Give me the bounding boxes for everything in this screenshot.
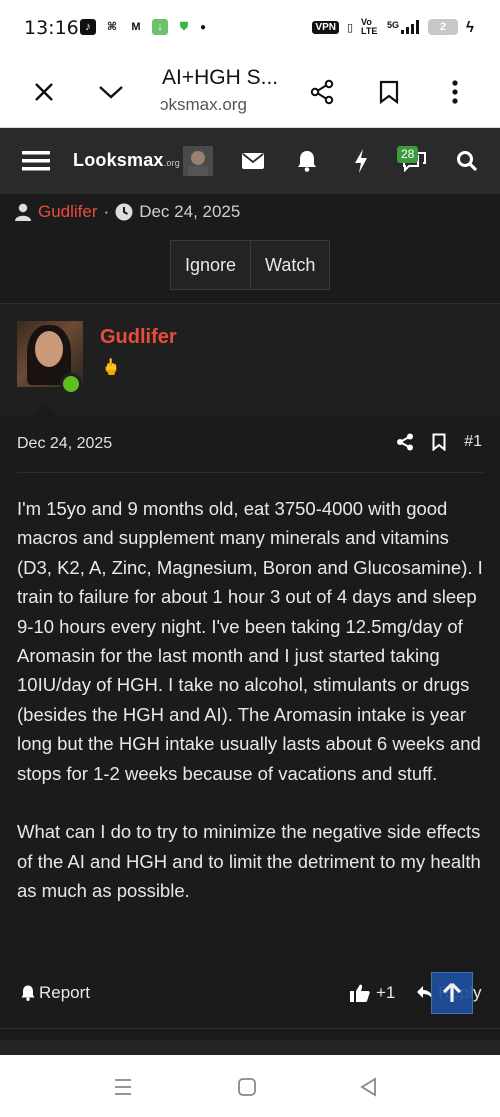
bell-icon bbox=[21, 985, 35, 1001]
share-icon bbox=[310, 79, 334, 105]
site-logo[interactable]: Looksmax.org bbox=[73, 150, 180, 171]
app-icon: ⌘ bbox=[106, 21, 118, 33]
more-menu-button[interactable] bbox=[435, 72, 475, 112]
bell-icon bbox=[298, 151, 316, 172]
signal-icon: 5G bbox=[387, 20, 420, 34]
scroll-to-top-button[interactable] bbox=[431, 972, 473, 1014]
post-username[interactable]: Gudlifer bbox=[100, 326, 177, 349]
collapse-button[interactable] bbox=[91, 72, 131, 112]
page-url[interactable]: ɔksmax.org bbox=[160, 95, 247, 115]
clock-icon bbox=[115, 203, 133, 221]
status-bar: 13:16 ♪ ⌘ M ↓ ⛊ ● VPN ▯ Vo LTE 5G 2 ϟ bbox=[0, 0, 500, 58]
thread-date[interactable]: Dec 24, 2025 bbox=[139, 202, 240, 222]
battery-icon: 2 bbox=[428, 19, 459, 35]
back-button[interactable] bbox=[357, 1075, 381, 1099]
recents-button[interactable] bbox=[111, 1075, 135, 1099]
inbox-button[interactable] bbox=[241, 146, 265, 176]
page-title: AI+HGH S... bbox=[162, 66, 279, 89]
report-button[interactable]: Report bbox=[21, 983, 90, 1003]
thread-button-group: Ignore Watch bbox=[170, 240, 331, 290]
online-status-indicator bbox=[60, 373, 82, 395]
divider bbox=[0, 1028, 500, 1029]
report-label: Report bbox=[39, 983, 91, 1002]
avatar-icon bbox=[183, 146, 213, 176]
post-number[interactable]: #1 bbox=[464, 433, 482, 451]
bookmark-icon[interactable] bbox=[432, 433, 446, 451]
logo-suffix: .org bbox=[163, 158, 180, 168]
status-time: 13:16 bbox=[24, 17, 79, 39]
watch-button[interactable]: Watch bbox=[250, 241, 329, 289]
post-actions: #1 bbox=[396, 433, 482, 451]
vpn-icon: VPN bbox=[312, 20, 339, 34]
shield-icon: ⛊ bbox=[179, 21, 189, 33]
back-icon bbox=[360, 1077, 376, 1097]
like-button[interactable]: +1 bbox=[350, 983, 395, 1003]
search-button[interactable] bbox=[455, 146, 479, 176]
vibrate-icon: ▯ bbox=[346, 21, 354, 34]
thumbs-up-icon bbox=[350, 984, 370, 1002]
bookmark-button[interactable] bbox=[369, 72, 409, 112]
system-nav-bar bbox=[0, 1055, 500, 1117]
share-button[interactable] bbox=[302, 72, 342, 112]
bookmark-icon bbox=[379, 80, 399, 104]
post-user-block: Gudlifer 🖕 bbox=[0, 304, 500, 416]
ignore-button[interactable]: Ignore bbox=[171, 241, 250, 289]
menu-button[interactable] bbox=[22, 146, 50, 176]
alerts-count-badge: 28 bbox=[397, 146, 419, 163]
share-icon[interactable] bbox=[396, 433, 414, 451]
hamburger-icon bbox=[22, 151, 50, 171]
account-avatar[interactable] bbox=[183, 146, 213, 176]
alerts-button[interactable] bbox=[296, 146, 318, 176]
search-icon bbox=[457, 151, 478, 172]
network-label: 5G bbox=[387, 20, 400, 30]
meta-separator: · bbox=[103, 202, 110, 221]
post-date[interactable]: Dec 24, 2025 bbox=[17, 435, 112, 453]
recents-icon bbox=[115, 1079, 131, 1095]
lightning-icon bbox=[355, 149, 367, 173]
envelope-icon bbox=[242, 153, 264, 169]
browser-toolbar: AI+HGH S... ɔksmax.org bbox=[0, 58, 500, 128]
notification-icons: ♪ ⌘ M ↓ ⛊ ● bbox=[80, 19, 206, 35]
like-count: +1 bbox=[376, 983, 396, 1002]
home-icon bbox=[238, 1078, 256, 1096]
charging-icon: ϟ bbox=[466, 18, 474, 36]
download-icon: ↓ bbox=[152, 19, 168, 35]
gmail-icon: M bbox=[131, 21, 141, 33]
dot-icon: ● bbox=[200, 21, 207, 33]
home-button[interactable] bbox=[235, 1075, 259, 1099]
post-footer: Report +1 Reply bbox=[0, 975, 500, 1011]
divider bbox=[17, 472, 483, 473]
close-icon bbox=[35, 83, 53, 101]
post-paragraph: What can I do to try to minimize the neg… bbox=[17, 821, 481, 902]
next-post-edge bbox=[0, 1040, 500, 1055]
close-tab-button[interactable] bbox=[24, 72, 64, 112]
message-notch bbox=[34, 404, 58, 416]
post-body: I'm 15yo and 9 months old, eat 3750-4000… bbox=[17, 494, 487, 906]
post-paragraph: I'm 15yo and 9 months old, eat 3750-4000… bbox=[17, 498, 483, 784]
more-vertical-icon bbox=[452, 80, 458, 104]
avatar-face bbox=[35, 331, 63, 367]
whats-new-button[interactable] bbox=[352, 146, 370, 176]
logo-text: Looksmax bbox=[73, 150, 164, 170]
user-icon bbox=[15, 203, 31, 221]
thread-meta: Gudlifer · Dec 24, 2025 bbox=[14, 202, 240, 222]
thread-author[interactable]: Gudlifer bbox=[38, 202, 98, 222]
system-icons: VPN ▯ Vo LTE 5G 2 ϟ bbox=[312, 18, 474, 36]
site-header: Looksmax.org bbox=[0, 128, 500, 194]
arrow-up-icon bbox=[442, 982, 462, 1002]
chevron-down-icon bbox=[99, 86, 123, 99]
tiktok-icon: ♪ bbox=[80, 19, 96, 35]
volte-icon: Vo LTE bbox=[361, 17, 378, 36]
user-title-icon: 🖕 bbox=[101, 359, 121, 376]
